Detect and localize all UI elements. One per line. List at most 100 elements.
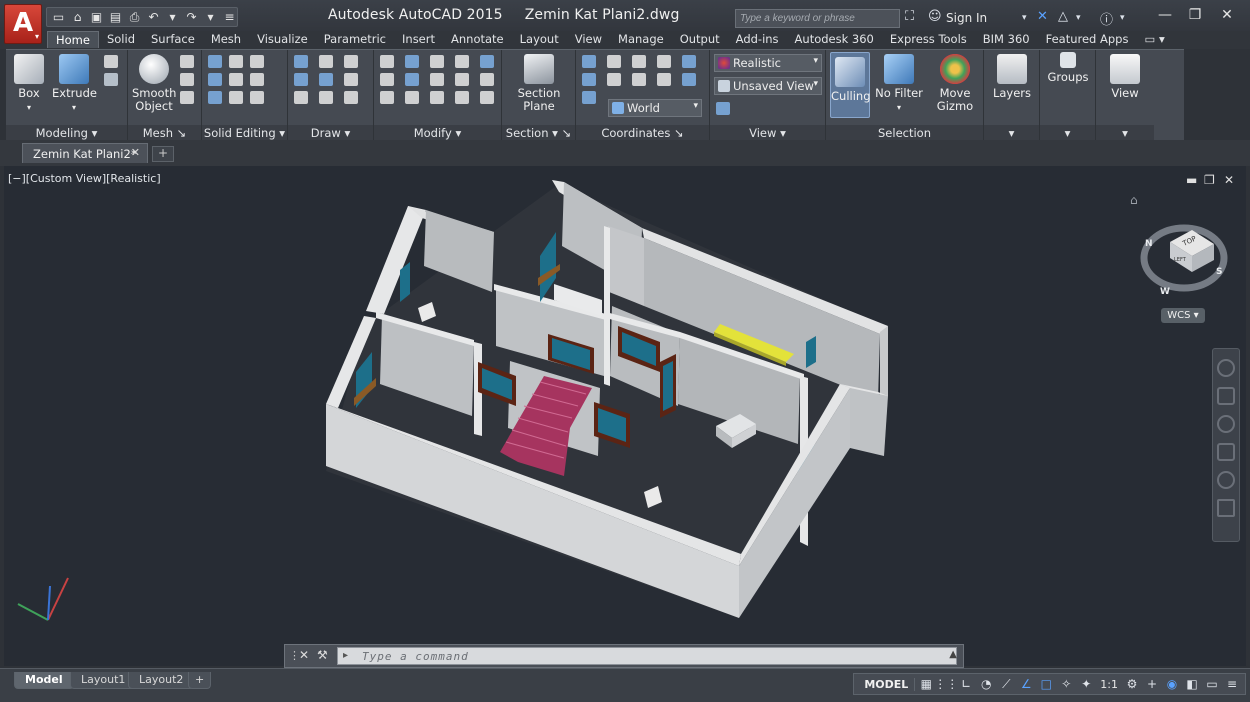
ribbon-tab-visualize[interactable]: Visualize — [249, 31, 316, 48]
extrude-faces-icon[interactable] — [250, 73, 264, 86]
named-view-dropdown[interactable]: Unsaved View ▾ — [714, 77, 822, 95]
annotation-visibility-icon[interactable]: ✧ — [1057, 675, 1075, 693]
viewport-minimize-icon[interactable]: ▬ — [1186, 173, 1197, 187]
showmotion-icon[interactable] — [1217, 471, 1235, 489]
panel-label-section[interactable]: Section ▾ ↘ — [502, 125, 575, 141]
join-icon[interactable] — [480, 91, 494, 104]
spline-icon[interactable] — [294, 73, 308, 86]
panel-label-coordinates[interactable]: Coordinates ↘ — [576, 125, 709, 141]
isodraft-icon[interactable]: ⟋ — [997, 675, 1015, 693]
polysolid-icon[interactable] — [104, 73, 118, 86]
separate-icon[interactable] — [250, 91, 264, 104]
mesh-smooth-less-icon[interactable] — [180, 73, 194, 86]
save-as-icon[interactable]: ▤ — [108, 10, 123, 24]
visual-style-dropdown[interactable]: Realistic ▾ — [714, 54, 822, 72]
undo-icon[interactable]: ↶ — [146, 10, 161, 24]
ellipse-icon[interactable] — [344, 91, 358, 104]
polygon-icon[interactable] — [294, 91, 308, 104]
chevron-down-icon[interactable]: ▾ — [1120, 13, 1125, 23]
orbit-icon[interactable] — [1217, 443, 1235, 461]
viewport-close-icon[interactable]: ✕ — [1224, 173, 1234, 187]
command-history-icon[interactable]: ▲ — [949, 649, 957, 660]
close-window-button[interactable]: ✕ — [1212, 4, 1242, 26]
extrude-button[interactable]: Extrude ▾ — [52, 54, 97, 114]
interfere-icon[interactable] — [229, 73, 243, 86]
pan-icon[interactable] — [1217, 387, 1235, 405]
move-gizmo-button[interactable]: Move Gizmo — [932, 54, 978, 113]
panel-label-draw[interactable]: Draw ▾ — [288, 125, 373, 141]
extract-edges-icon[interactable] — [250, 55, 264, 68]
ucs-world-icon[interactable] — [582, 91, 596, 104]
ribbon-tab-add-ins[interactable]: Add-ins — [728, 31, 787, 48]
fillet-icon[interactable] — [380, 73, 394, 86]
ucs-3point-icon[interactable] — [607, 73, 621, 86]
viewport-config-icon[interactable] — [716, 102, 730, 115]
annotation-scale-dropdown[interactable]: 1:1 — [1097, 678, 1121, 691]
ribbon-tab-layout[interactable]: Layout — [512, 31, 567, 48]
view-tools-button[interactable]: View — [1102, 54, 1148, 100]
ribbon-tab-featured-apps[interactable]: Featured Apps — [1038, 31, 1137, 48]
presspull-icon[interactable] — [104, 55, 118, 68]
document-tab[interactable]: Zemin Kat Plani2* ✕ — [22, 143, 148, 163]
panel-label-selection[interactable]: Selection — [826, 125, 983, 141]
new-file-icon[interactable]: ▭ — [51, 10, 66, 24]
sign-in-button[interactable]: Sign In — [946, 11, 987, 25]
construction-line-icon[interactable] — [319, 73, 333, 86]
grid-icon[interactable]: ▦ — [917, 675, 935, 693]
intersect-icon[interactable] — [208, 91, 222, 104]
ribbon-tab-surface[interactable]: Surface — [143, 31, 203, 48]
layout-tab-model[interactable]: Model — [14, 672, 74, 689]
ucs-face-icon[interactable] — [657, 73, 671, 86]
rectangle-icon[interactable] — [319, 91, 333, 104]
viewcube[interactable]: TOP LEFT N S W ⌂ — [1130, 193, 1228, 297]
ucs-view-icon[interactable] — [582, 73, 596, 86]
culling-button[interactable]: Culling — [830, 52, 871, 118]
wcs-menu-button[interactable]: WCS ▾ — [1161, 308, 1205, 323]
erase-icon[interactable] — [455, 91, 469, 104]
viewport-controls-label[interactable]: [−][Custom View][Realistic] — [8, 172, 161, 185]
steering-wheel-icon[interactable] — [1217, 359, 1235, 377]
line-icon[interactable] — [294, 55, 308, 68]
ribbon-minimize-toggle[interactable]: ▭ ▾ — [1136, 31, 1172, 48]
move-icon[interactable] — [380, 55, 394, 68]
panel-label-view-tools[interactable]: ▾ — [1096, 125, 1154, 141]
ucs-icon[interactable] — [582, 55, 596, 68]
isolate-objects-icon[interactable]: ◉ — [1163, 675, 1181, 693]
ribbon-tab-annotate[interactable]: Annotate — [443, 31, 512, 48]
ucs-x-icon[interactable] — [607, 55, 621, 68]
panel-label-solid-editing[interactable]: Solid Editing ▾ — [202, 125, 287, 141]
customize-toolbar-icon[interactable]: ≡ — [222, 10, 237, 24]
panel-label-modeling[interactable]: Modeling ▾ — [6, 125, 127, 141]
subtract-icon[interactable] — [208, 73, 222, 86]
ucs-world-dropdown[interactable]: World ▾ — [608, 99, 702, 117]
3d-rotate-icon[interactable] — [405, 73, 419, 86]
ribbon-tab-output[interactable]: Output — [672, 31, 728, 48]
union-icon[interactable] — [208, 55, 222, 68]
panel-label-groups[interactable]: ▾ — [1040, 125, 1095, 141]
new-document-tab-button[interactable]: + — [152, 146, 174, 162]
home-icon[interactable]: ⌂ — [1130, 193, 1138, 207]
box-button[interactable]: Box ▾ — [12, 54, 46, 114]
slice-icon[interactable] — [229, 55, 243, 68]
command-prompt-icon[interactable]: ▸ — [343, 650, 348, 661]
circle-icon[interactable] — [344, 73, 358, 86]
mesh-refine-icon[interactable] — [180, 91, 194, 104]
ortho-icon[interactable]: ∟ — [957, 675, 975, 693]
layout-tab-layout1[interactable]: Layout1 — [70, 672, 137, 689]
binoculars-icon[interactable]: ⛶ — [905, 9, 914, 24]
explode-icon[interactable] — [430, 91, 444, 104]
rotate-icon[interactable] — [405, 55, 419, 68]
thicken-icon[interactable] — [229, 91, 243, 104]
panel-label-view[interactable]: View ▾ — [710, 125, 825, 141]
smooth-object-button[interactable]: Smooth Object — [132, 54, 176, 113]
application-menu-button[interactable]: A ▾ — [4, 4, 42, 44]
auto-scale-icon[interactable]: ✦ — [1077, 675, 1095, 693]
ucs-z-icon[interactable] — [657, 55, 671, 68]
house-3d-model[interactable]: TOP LEFT N S W ⌂ — [4, 166, 1246, 666]
ribbon-tab-view[interactable]: View — [567, 31, 610, 48]
panel-label-layers[interactable]: ▾ — [984, 125, 1039, 141]
mesh-smooth-more-icon[interactable] — [180, 55, 194, 68]
layers-button[interactable]: Layers — [990, 54, 1034, 100]
close-icon[interactable]: ✕ — [131, 146, 140, 159]
scale-icon[interactable] — [455, 73, 469, 86]
